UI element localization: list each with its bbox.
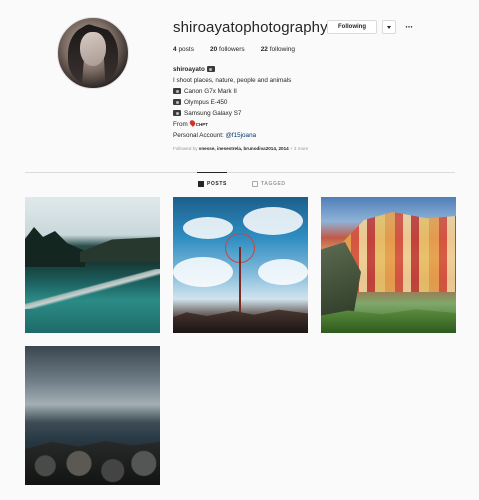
photo-trees	[25, 227, 85, 267]
camera-icon	[173, 110, 181, 116]
post-thumbnail-sea[interactable]	[25, 346, 160, 485]
post-thumbnail-village[interactable]	[321, 197, 456, 333]
tab-tagged[interactable]: TAGGED	[252, 181, 286, 187]
photo-rocks	[25, 440, 160, 485]
photo-cloud	[183, 217, 233, 239]
followed-by[interactable]: Followed by vnesse, inesestrela, brunodi…	[173, 146, 308, 151]
following-count: 22	[260, 46, 268, 53]
profile-page: shiroayatophotography Following ··· 4 po…	[0, 0, 479, 500]
suggestions-dropdown-button[interactable]	[382, 20, 396, 34]
post-thumbnail-ferris-wheel[interactable]	[173, 197, 308, 333]
bio-from-place: CHPT	[195, 122, 208, 127]
posts-label: posts	[178, 46, 194, 53]
followed-by-more: + 3 more	[289, 146, 309, 151]
tab-tagged-label: TAGGED	[261, 181, 286, 187]
post-thumbnail-river[interactable]	[25, 197, 160, 333]
camera-icon	[206, 66, 215, 72]
bio-name: shiroayato	[173, 66, 205, 73]
bio-camera-2: Olympus E-450	[184, 99, 228, 106]
photo-pole	[239, 247, 241, 317]
photo-wall	[25, 269, 160, 309]
camera-icon	[173, 99, 181, 105]
personal-account-link[interactable]: @f15joana	[226, 132, 257, 139]
following-button[interactable]: Following	[327, 20, 377, 34]
followed-by-names: vnesse, inesestrela, brunodiva2014, 2014	[198, 146, 289, 151]
bio-from-label: From	[173, 121, 188, 128]
tab-posts[interactable]: POSTS	[198, 181, 227, 187]
following-stat[interactable]: 22 following	[261, 46, 295, 53]
tag-icon	[252, 181, 258, 187]
tab-posts-label: POSTS	[207, 181, 227, 187]
bio-camera-3: Samsung Galaxy S7	[184, 110, 242, 117]
ellipsis-icon[interactable]: ···	[403, 20, 415, 34]
bio-personal-label: Personal Account:	[173, 132, 224, 139]
camera-icon	[173, 88, 181, 94]
followers-stat[interactable]: 20 followers	[210, 46, 245, 53]
caret-down-icon	[387, 25, 391, 29]
posts-count: 4	[173, 46, 177, 53]
profile-username: shiroayatophotography	[173, 19, 328, 36]
tabs-divider	[25, 172, 455, 173]
photo-cloud	[173, 257, 233, 287]
bio-description: I shoot places, nature, people and anima…	[173, 77, 292, 84]
posts-stat: 4 posts	[173, 46, 194, 53]
bio-camera-1: Canon G7x Mark II	[184, 88, 237, 95]
followers-count: 20	[209, 46, 218, 53]
followed-by-prefix: Followed by	[173, 146, 198, 151]
profile-avatar[interactable]	[57, 17, 129, 89]
active-tab-indicator	[197, 172, 227, 173]
photo-hill	[80, 237, 160, 262]
avatar-face	[80, 32, 106, 66]
grid-icon	[198, 181, 204, 187]
profile-stats: 4 posts 20 followers 22 following	[173, 46, 295, 53]
photo-greenery	[321, 309, 456, 333]
profile-bio: shiroayato I shoot places, nature, peopl…	[173, 64, 291, 141]
followers-label: followers	[219, 46, 245, 53]
photo-cloud	[243, 207, 303, 235]
photo-cloud	[258, 259, 308, 285]
following-label: following	[269, 46, 296, 53]
